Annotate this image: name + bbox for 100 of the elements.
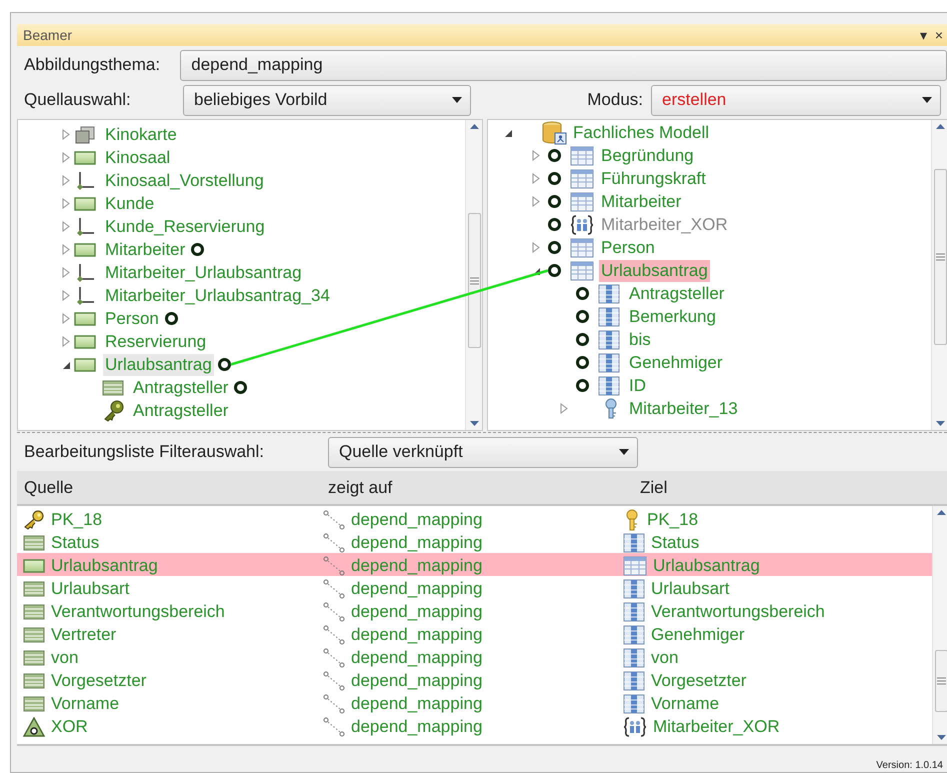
braces-icon xyxy=(623,716,647,737)
columns-icon xyxy=(623,624,645,645)
striped-rectangle-icon xyxy=(23,626,45,643)
scroll-up-icon xyxy=(936,510,946,515)
column-header[interactable]: Quelle xyxy=(17,474,323,500)
columns-icon xyxy=(623,602,645,622)
expand-icon[interactable] xyxy=(62,221,70,232)
collapse-icon[interactable] xyxy=(61,360,71,370)
column-header[interactable]: Ziel xyxy=(623,474,947,500)
expand-icon[interactable] xyxy=(62,129,70,140)
tree-item[interactable]: Kinosaal_Vorstellung xyxy=(103,170,266,192)
expand-icon[interactable] xyxy=(62,290,70,301)
highlighted-row[interactable]: Urlaubsantrag depend_mapping Urlaubsantrag xyxy=(17,553,932,576)
tree-item[interactable]: Führungskraft xyxy=(599,168,708,190)
collapse-icon[interactable] xyxy=(503,128,513,138)
field-label: Bearbeitungsliste Filterauswahl: xyxy=(23,441,266,464)
table-cell-text: PK_18 xyxy=(647,509,698,531)
stacked-squares-icon xyxy=(74,126,96,144)
table-cell-text: depend_mapping xyxy=(351,509,482,531)
tree-item[interactable]: Genehmiger xyxy=(627,352,725,374)
field-label: Abbildungsthema: xyxy=(23,54,162,76)
table-cell-text: depend_mapping xyxy=(351,601,482,623)
tree-item[interactable]: Mitarbeiter xyxy=(103,238,188,260)
column-header[interactable]: zeigt auf xyxy=(323,474,623,500)
dotted-link-icon xyxy=(323,556,345,576)
tree-item[interactable]: Antragsteller xyxy=(131,400,230,422)
scroll-up-icon xyxy=(470,124,478,129)
tree-item[interactable]: Antragsteller xyxy=(131,376,230,398)
table-cell-text: depend_mapping xyxy=(351,693,482,715)
expand-icon[interactable] xyxy=(62,267,70,278)
columns-icon xyxy=(623,694,645,714)
columns-icon xyxy=(623,648,645,668)
dotted-link-icon xyxy=(323,648,345,668)
table-cell-text: Urlaubsart xyxy=(651,578,730,600)
pin-button[interactable]: ▾ xyxy=(920,28,927,42)
caret-icon xyxy=(619,449,629,455)
vertical-scrollbar[interactable] xyxy=(465,120,482,430)
tree-item[interactable]: Urlaubsantrag xyxy=(103,354,214,376)
grip-icon xyxy=(936,677,946,685)
table-cell-text: Urlaubsantrag xyxy=(51,555,158,577)
columns-icon xyxy=(598,376,620,396)
tree-item[interactable]: Person xyxy=(103,308,161,330)
expand-icon[interactable] xyxy=(62,152,70,163)
table-grid-icon xyxy=(623,556,647,576)
table-grid-icon xyxy=(570,238,594,258)
table-cell-text: depend_mapping xyxy=(351,532,482,554)
columns-icon xyxy=(598,306,620,326)
table-cell-text: Verantwortungsbereich xyxy=(651,601,825,623)
tree-item[interactable]: Kinosaal xyxy=(103,146,172,168)
entity-icon xyxy=(74,356,96,372)
expand-icon[interactable] xyxy=(62,313,70,324)
window-title: Beamer xyxy=(23,26,74,44)
tree-item[interactable]: Fachliches Modell xyxy=(571,122,712,144)
entity-icon xyxy=(74,242,96,258)
caret-icon xyxy=(922,97,932,103)
table-cell-text: depend_mapping xyxy=(351,578,482,600)
vertical-scrollbar[interactable] xyxy=(932,506,947,744)
expand-icon[interactable] xyxy=(532,150,540,161)
tree-item[interactable]: Mitarbeiter_Urlaubsantrag xyxy=(103,262,304,284)
scroll-up-icon xyxy=(936,124,944,129)
expand-icon[interactable] xyxy=(532,196,540,207)
expand-icon[interactable] xyxy=(532,242,540,253)
tree-item[interactable]: Mitarbeiter xyxy=(599,190,684,212)
close-button[interactable]: × xyxy=(934,28,943,42)
table-grid-icon xyxy=(570,168,594,188)
table-cell-text: Mitarbeiter_XOR xyxy=(653,716,780,738)
tree-item[interactable]: Mitarbeiter_Urlaubsantrag_34 xyxy=(103,284,332,306)
expand-icon[interactable] xyxy=(62,175,70,186)
tree-item[interactable]: Bemerkung xyxy=(627,306,718,328)
striped-rectangle-icon xyxy=(23,604,45,620)
expand-icon[interactable] xyxy=(532,173,540,184)
expand-icon[interactable] xyxy=(560,403,568,414)
dotted-link-icon xyxy=(323,694,345,714)
table-cell-text: Urlaubsantrag xyxy=(653,555,760,577)
tree-item[interactable]: Begründung xyxy=(599,144,696,166)
expand-icon[interactable] xyxy=(62,244,70,255)
table-cell-text: von xyxy=(651,647,678,669)
mode-dropdown[interactable]: erstellen xyxy=(651,84,941,116)
vertical-scrollbar[interactable] xyxy=(931,120,947,430)
striped-rectangle-icon xyxy=(23,650,45,666)
field-label: Modus: xyxy=(586,89,644,112)
source-dropdown[interactable]: beliebiges Vorbild xyxy=(183,84,471,116)
tree-item[interactable]: Mitarbeiter_13 xyxy=(627,398,740,420)
expand-icon[interactable] xyxy=(62,336,70,347)
tree-item[interactable]: Kunde xyxy=(103,192,156,214)
table-cell-text: von xyxy=(51,647,78,669)
filter-dropdown[interactable]: Quelle verknüpft xyxy=(328,436,638,468)
tree-item[interactable]: bis xyxy=(627,328,653,350)
tree-item[interactable]: Reservierung xyxy=(103,330,208,352)
tree-item[interactable]: Person xyxy=(599,236,657,258)
expand-icon[interactable] xyxy=(62,198,70,209)
table-cell-text: XOR xyxy=(51,716,88,738)
tree-item[interactable]: Kinokarte xyxy=(103,124,179,146)
database-icon xyxy=(542,120,568,144)
tree-item[interactable]: Antragsteller xyxy=(627,282,726,304)
striped-rectangle-icon xyxy=(23,580,45,597)
tree-item[interactable]: Kunde_Reservierung xyxy=(103,216,267,238)
tree-item[interactable]: Urlaubsantrag xyxy=(599,260,710,282)
tree-item[interactable]: ID xyxy=(627,374,648,396)
theme-dropdown[interactable]: depend_mapping xyxy=(180,50,947,80)
